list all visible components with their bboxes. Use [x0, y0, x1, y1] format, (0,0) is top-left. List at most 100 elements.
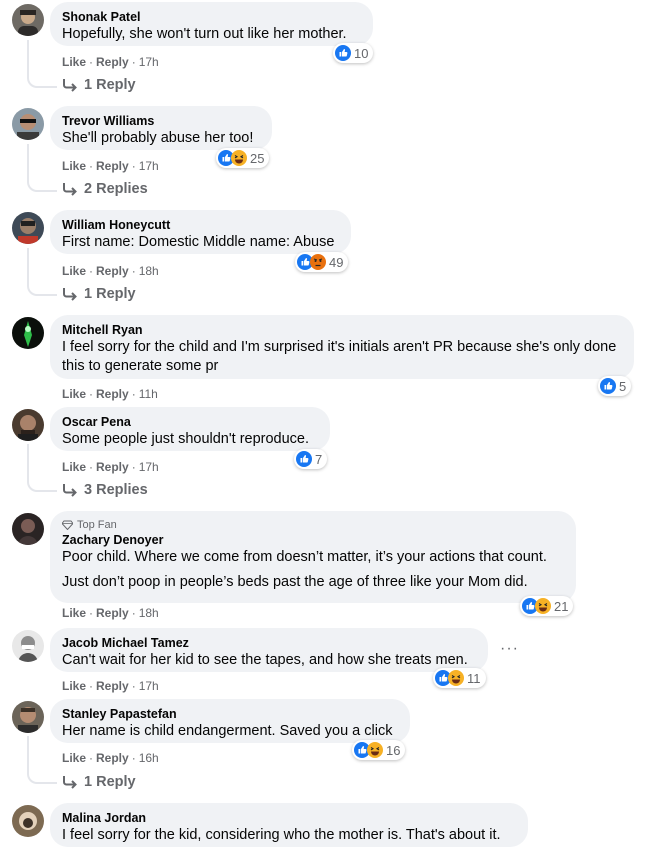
reply-link[interactable]: Reply — [96, 55, 129, 69]
comment-text: I feel sorry for the child and I'm surpr… — [62, 339, 617, 374]
avatar[interactable] — [12, 409, 44, 441]
reaction-summary[interactable]: 49 — [295, 252, 349, 272]
view-replies-link[interactable]: 1 Reply — [62, 286, 136, 302]
reaction-summary[interactable]: 7 — [294, 449, 328, 469]
like-link[interactable]: Like — [62, 387, 86, 401]
author-name[interactable]: Mitchell Ryan — [62, 322, 622, 338]
reaction-count: 16 — [386, 742, 401, 758]
like-reaction-icon — [600, 378, 616, 394]
avatar[interactable] — [12, 4, 44, 36]
author-name[interactable]: William Honeycutt — [62, 217, 339, 233]
like-link[interactable]: Like — [62, 264, 86, 278]
view-replies-link[interactable]: 3 Replies — [62, 482, 148, 498]
timestamp[interactable]: 18h — [139, 264, 159, 278]
reply-arrow-icon — [63, 183, 77, 196]
author-name[interactable]: Jacob Michael Tamez — [62, 635, 476, 651]
more-options-icon[interactable]: ··· — [500, 640, 519, 658]
top-fan-badge: Top Fan — [62, 518, 564, 532]
reply-link[interactable]: Reply — [96, 159, 129, 173]
haha-reaction-icon — [535, 598, 551, 614]
reaction-count: 11 — [467, 670, 481, 686]
reply-arrow-icon — [63, 484, 77, 497]
like-link[interactable]: Like — [62, 55, 86, 69]
like-reaction-icon — [335, 45, 351, 61]
timestamp[interactable]: 17h — [139, 679, 159, 693]
haha-reaction-icon — [367, 742, 383, 758]
like-reaction-icon — [296, 451, 312, 467]
author-name[interactable]: Trevor Williams — [62, 113, 260, 129]
like-link[interactable]: Like — [62, 460, 86, 474]
comment-actions: Like · Reply · 18h — [62, 264, 159, 278]
comment-actions: Like · Reply · 17h — [62, 460, 159, 474]
haha-reaction-icon — [231, 150, 247, 166]
avatar[interactable] — [12, 701, 44, 733]
comment-actions: Like · Reply · 17h — [62, 159, 159, 173]
reply-link[interactable]: Reply — [96, 387, 129, 401]
comment-actions: Like · Reply · 16h — [62, 751, 159, 765]
reply-arrow-icon — [63, 79, 77, 92]
comment-actions: Like · Reply · 17h — [62, 55, 159, 69]
avatar[interactable] — [12, 317, 44, 349]
comment-bubble: Jacob Michael Tamez Can't wait for her k… — [50, 628, 488, 672]
reaction-summary[interactable]: 25 — [216, 148, 270, 168]
thread-line — [27, 144, 57, 192]
view-replies-link[interactable]: 1 Reply — [62, 77, 136, 93]
timestamp[interactable]: 17h — [139, 460, 159, 474]
reply-arrow-icon — [63, 288, 77, 301]
author-name[interactable]: Oscar Pena — [62, 414, 318, 430]
avatar[interactable] — [12, 630, 44, 662]
comment-bubble: Trevor Williams She'll probably abuse he… — [50, 106, 272, 150]
haha-reaction-icon — [448, 670, 464, 686]
reaction-summary[interactable]: 10 — [333, 43, 374, 63]
like-link[interactable]: Like — [62, 679, 86, 693]
avatar[interactable] — [12, 513, 44, 545]
comment-bubble: Shonak Patel Hopefully, she won't turn o… — [50, 2, 373, 46]
reply-link[interactable]: Reply — [96, 751, 129, 765]
view-replies-link[interactable]: 2 Replies — [62, 181, 148, 197]
comment-bubble: Stanley Papastefan Her name is child end… — [50, 699, 410, 743]
reply-link[interactable]: Reply — [96, 679, 129, 693]
timestamp[interactable]: 18h — [139, 606, 159, 620]
reply-link[interactable]: Reply — [96, 606, 129, 620]
author-name[interactable]: Shonak Patel — [62, 9, 361, 25]
reaction-count: 49 — [329, 254, 344, 270]
angry-reaction-icon — [310, 254, 326, 270]
reaction-summary[interactable]: 21 — [520, 596, 574, 616]
reply-link[interactable]: Reply — [96, 460, 129, 474]
timestamp[interactable]: 17h — [139, 55, 159, 69]
comment-text: I feel sorry for the kid, considering wh… — [62, 827, 501, 843]
comment-text: Her name is child endangerment. Saved yo… — [62, 723, 393, 739]
avatar[interactable] — [12, 805, 44, 837]
reply-link[interactable]: Reply — [96, 264, 129, 278]
reaction-count: 21 — [554, 598, 569, 614]
comment-text: Hopefully, she won't turn out like her m… — [62, 26, 347, 42]
like-link[interactable]: Like — [62, 751, 86, 765]
comment-actions: Like · Reply · 17h — [62, 679, 159, 693]
reaction-summary[interactable]: 16 — [352, 740, 406, 760]
thread-line — [27, 40, 57, 88]
avatar[interactable] — [12, 212, 44, 244]
thread-line — [27, 248, 57, 296]
comment-bubble: Oscar Pena Some people just shouldn't re… — [50, 407, 330, 451]
thread-line — [27, 444, 57, 492]
reaction-summary[interactable]: 11 — [433, 668, 486, 688]
avatar[interactable] — [12, 108, 44, 140]
reaction-count: 5 — [619, 378, 627, 394]
timestamp[interactable]: 11h — [139, 387, 158, 401]
author-name[interactable]: Malina Jordan — [62, 810, 516, 826]
thread-line — [27, 736, 57, 784]
comment-bubble: William Honeycutt First name: Domestic M… — [50, 210, 351, 254]
author-name[interactable]: Zachary Denoyer — [62, 532, 564, 548]
comment-bubble: Mitchell Ryan I feel sorry for the child… — [50, 315, 634, 379]
view-replies-link[interactable]: 1 Reply — [62, 774, 136, 790]
timestamp[interactable]: 17h — [139, 159, 159, 173]
comment-text: Poor child. Where we come from doesn’t m… — [62, 549, 547, 590]
reaction-count: 7 — [315, 451, 323, 467]
author-name[interactable]: Stanley Papastefan — [62, 706, 398, 722]
reaction-count: 10 — [354, 45, 369, 61]
like-link[interactable]: Like — [62, 606, 86, 620]
like-link[interactable]: Like — [62, 159, 86, 173]
reply-arrow-icon — [63, 776, 77, 789]
reaction-summary[interactable]: 5 — [598, 376, 632, 396]
timestamp[interactable]: 16h — [139, 751, 159, 765]
